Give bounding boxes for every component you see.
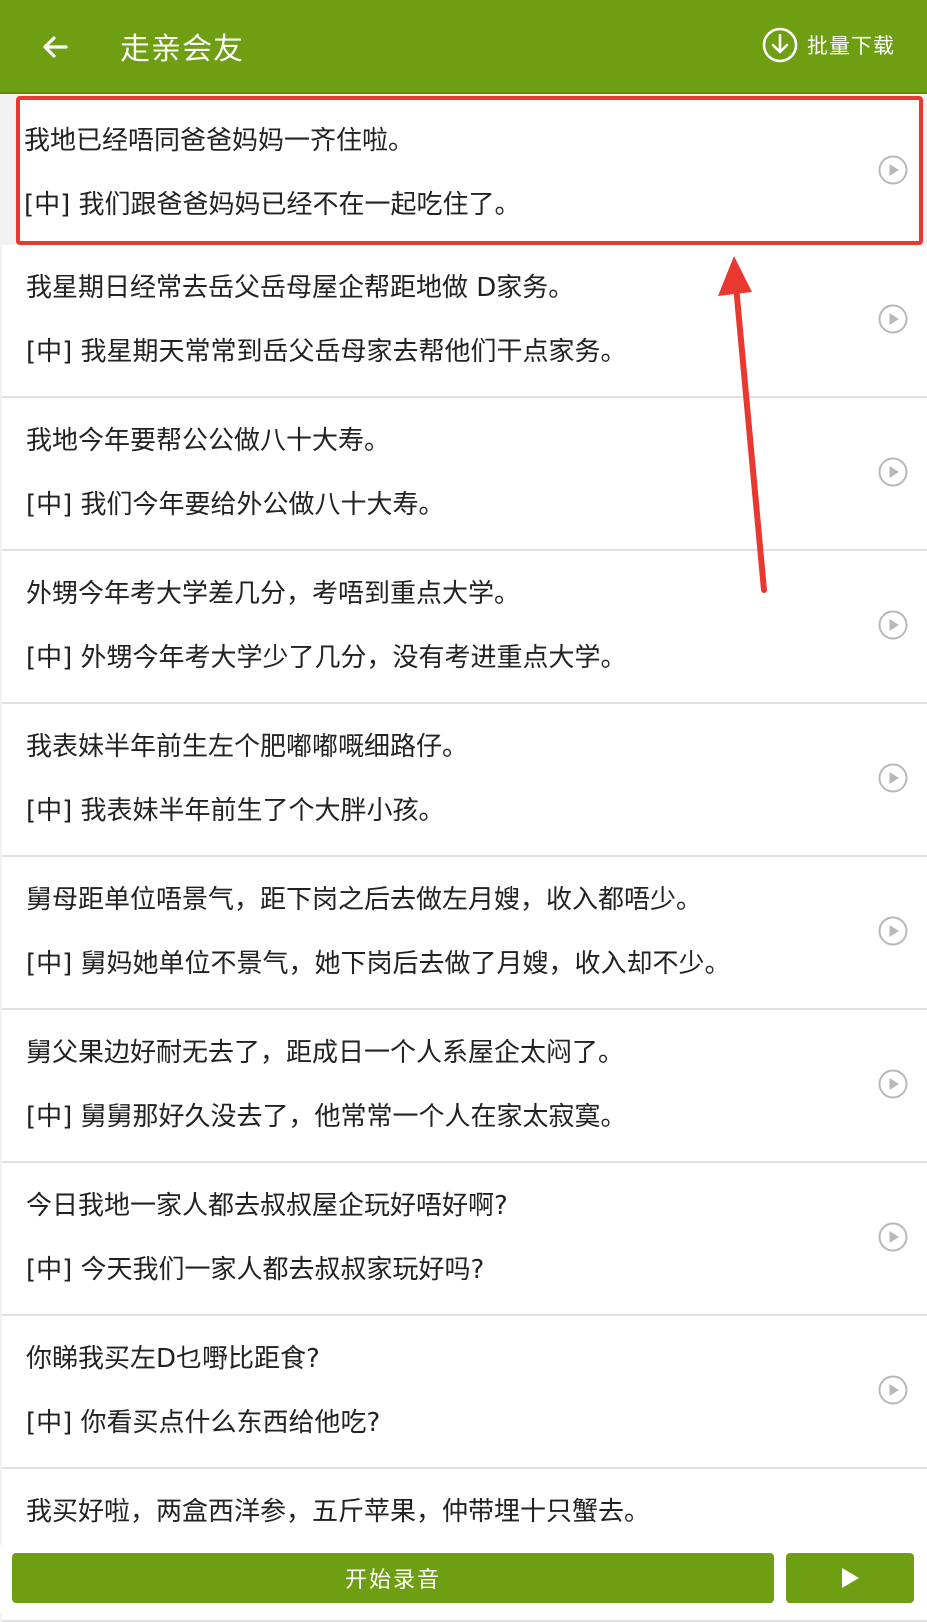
phrase-item[interactable]: 舅母距单位唔景气，距下岗之后去做左月嫂，收入都唔少。 [中] 舅妈她单位不景气，…	[2, 857, 927, 1010]
cantonese-text: 我买好啦，两盒西洋参，五斤苹果，仲带埋十只蟹去。	[26, 1497, 651, 1527]
bottom-bar: 开始录音	[0, 1545, 927, 1613]
phrase-item[interactable]: 我表妹半年前生左个肥嘟嘟嘅细路仔。 [中] 我表妹半年前生了个大胖小孩。	[2, 704, 927, 857]
back-button[interactable]	[30, 22, 80, 72]
phrase-item[interactable]: 舅父果边好耐无去了，距成日一个人系屋企太闷了。 [中] 舅舅那好久没去了，他常常…	[2, 1010, 927, 1163]
mandarin-text: [中] 舅舅那好久没去了，他常常一个人在家太寂寞。	[26, 1102, 627, 1132]
batch-download-button[interactable]: 批量下载	[761, 26, 895, 64]
mandarin-text: [中] 今天我们一家人都去叔叔家玩好吗?	[26, 1255, 485, 1285]
phrase-item[interactable]: 你睇我买左D乜嘢比距食? [中] 你看买点什么东西给他吃?	[2, 1316, 927, 1469]
arrow-left-icon	[43, 36, 68, 58]
page-title: 走亲会友	[120, 32, 244, 67]
phrase-item[interactable]: 我星期日经常去岳父岳母屋企帮距地做 D家务。 [中] 我星期天常常到岳父岳母家去…	[2, 245, 927, 398]
mandarin-text: [中] 我们跟爸爸妈妈已经不在一起吃住了。	[24, 190, 521, 220]
play-all-button[interactable]	[786, 1553, 914, 1603]
cantonese-text: 舅母距单位唔景气，距下岗之后去做左月嫂，收入都唔少。	[26, 885, 703, 915]
play-circle-icon[interactable]	[877, 1068, 909, 1100]
phrase-item[interactable]: 我地今年要帮公公做八十大寿。 [中] 我们今年要给外公做八十大寿。	[2, 398, 927, 551]
play-circle-icon[interactable]	[877, 154, 909, 186]
play-circle-icon[interactable]	[877, 762, 909, 794]
play-circle-icon[interactable]	[877, 1374, 909, 1406]
download-circle-icon	[762, 27, 798, 63]
cantonese-text: 外甥今年考大学差几分，考唔到重点大学。	[26, 579, 521, 609]
mandarin-text: [中] 我们今年要给外公做八十大寿。	[26, 490, 445, 520]
cantonese-text: 我地今年要帮公公做八十大寿。	[26, 426, 391, 456]
batch-download-label: 批量下载	[807, 34, 895, 58]
cantonese-text: 今日我地一家人都去叔叔屋企玩好唔好啊?	[26, 1191, 508, 1221]
cantonese-text: 我星期日经常去岳父岳母屋企帮距地做 D家务。	[26, 273, 575, 303]
cantonese-text: 舅父果边好耐无去了，距成日一个人系屋企太闷了。	[26, 1038, 625, 1068]
cantonese-text: 我表妹半年前生左个肥嘟嘟嘅细路仔。	[26, 732, 469, 762]
mandarin-text: [中] 我星期天常常到岳父岳母家去帮他们干点家务。	[26, 337, 627, 367]
phrase-item[interactable]: 今日我地一家人都去叔叔屋企玩好唔好啊? [中] 今天我们一家人都去叔叔家玩好吗?	[2, 1163, 927, 1316]
phrase-item[interactable]: 外甥今年考大学差几分，考唔到重点大学。 [中] 外甥今年考大学少了几分，没有考进…	[2, 551, 927, 704]
cantonese-text: 你睇我买左D乜嘢比距食?	[26, 1344, 320, 1374]
play-circle-icon[interactable]	[877, 1221, 909, 1253]
play-triangle-icon	[842, 1568, 859, 1588]
play-circle-icon[interactable]	[877, 609, 909, 641]
mandarin-text: [中] 你看买点什么东西给他吃?	[26, 1408, 381, 1438]
play-circle-icon[interactable]	[877, 303, 909, 335]
mandarin-text: [中] 我表妹半年前生了个大胖小孩。	[26, 796, 445, 826]
mandarin-text: [中] 外甥今年考大学少了几分，没有考进重点大学。	[26, 643, 627, 673]
phrase-list: 我地已经唔同爸爸妈妈一齐住啦。 [中] 我们跟爸爸妈妈已经不在一起吃住了。 我星…	[2, 96, 927, 1622]
phrase-item[interactable]: 我地已经唔同爸爸妈妈一齐住啦。 [中] 我们跟爸爸妈妈已经不在一起吃住了。	[16, 96, 923, 245]
mandarin-text: [中] 舅妈她单位不景气，她下岗后去做了月嫂，收入却不少。	[26, 949, 731, 979]
app-header: 走亲会友 批量下载	[0, 0, 927, 94]
play-circle-icon[interactable]	[877, 456, 909, 488]
cantonese-text: 我地已经唔同爸爸妈妈一齐住啦。	[24, 126, 415, 156]
start-recording-button[interactable]: 开始录音	[12, 1553, 774, 1603]
play-circle-icon[interactable]	[877, 915, 909, 947]
